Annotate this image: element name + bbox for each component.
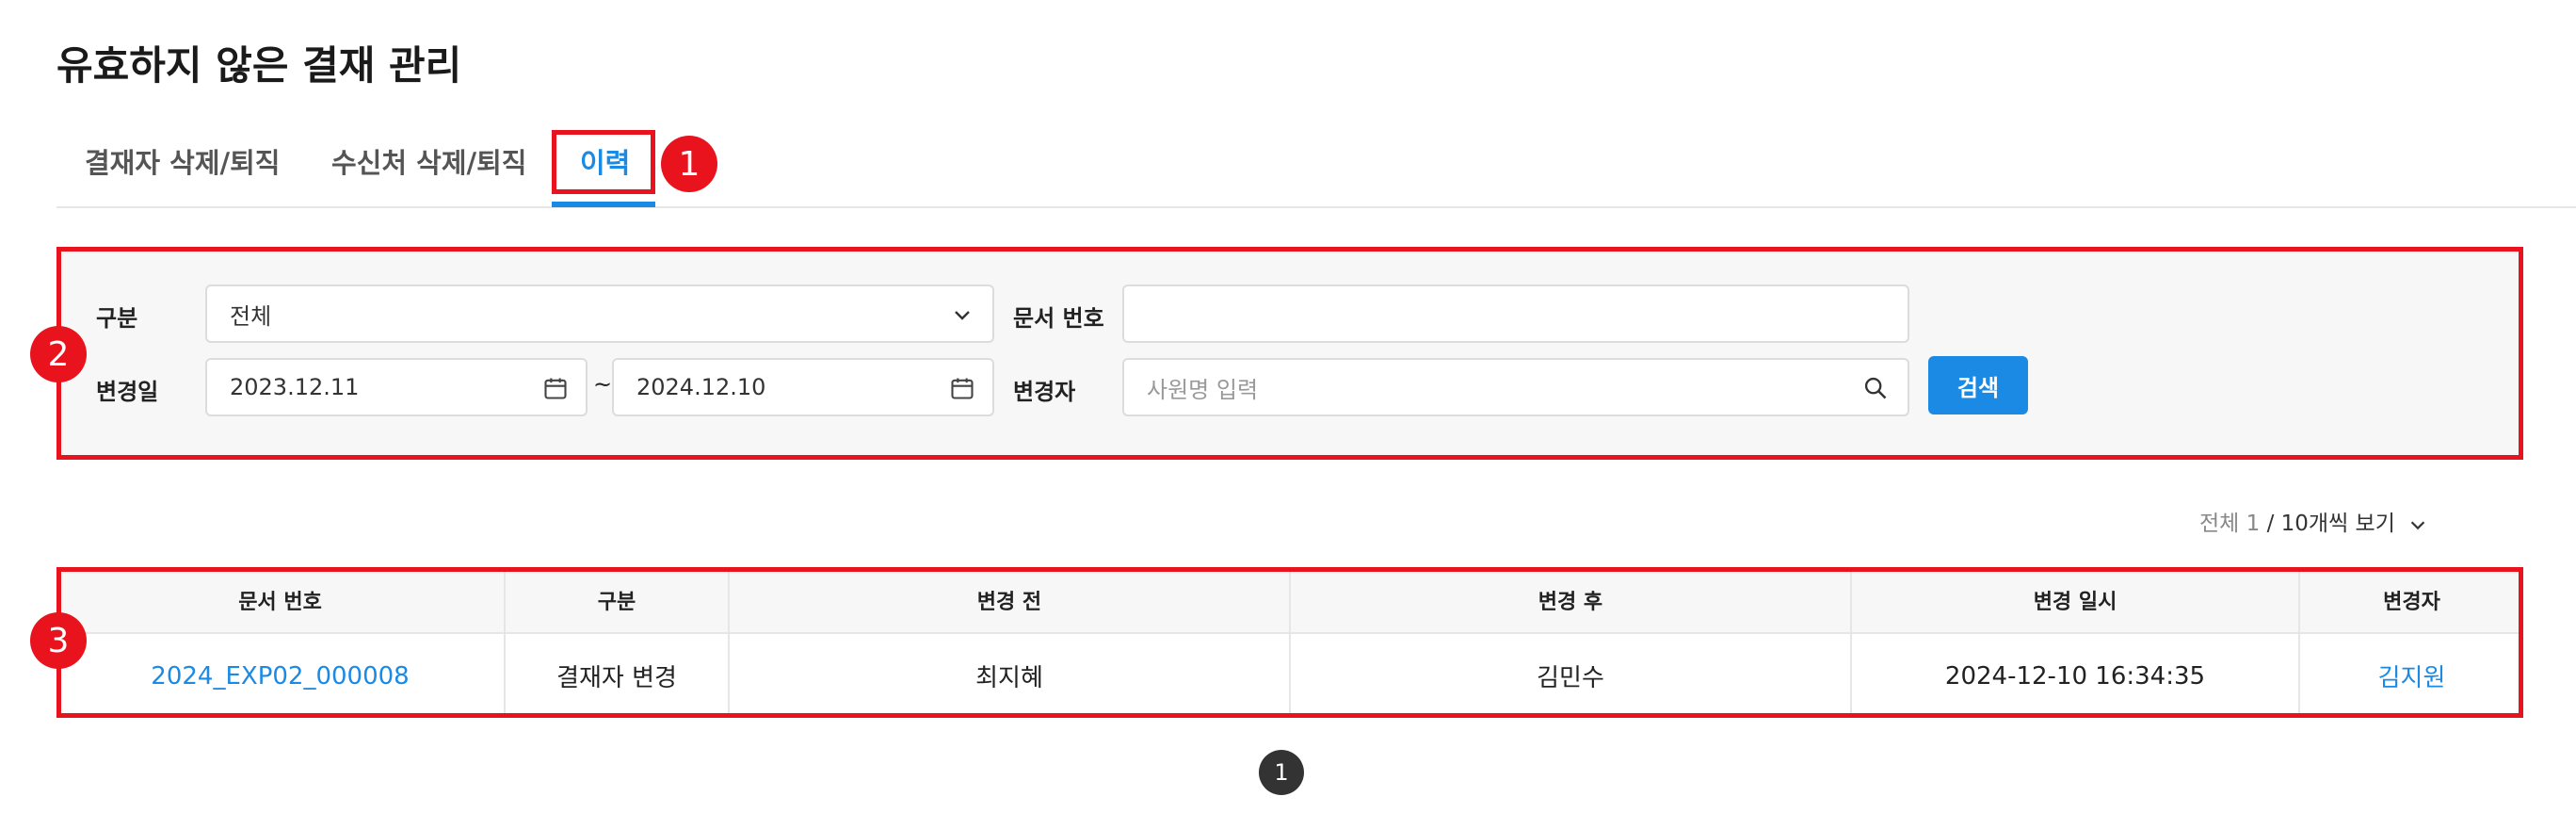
page-title: 유효하지 않은 결재 관리	[56, 42, 462, 89]
pagination-page-current[interactable]: 1	[1259, 750, 1304, 795]
result-summary: 전체 1 / 10개씩 보기	[2199, 505, 2576, 537]
total-label: 전체	[2199, 512, 2240, 536]
changer-placeholder: 사원명 입력	[1147, 376, 1259, 403]
date-to-value: 2024.12.10	[636, 374, 766, 400]
tab-approver-deleted[interactable]: 결재자 삭제/퇴직	[85, 141, 280, 181]
chevron-down-icon	[951, 303, 974, 326]
tab-active-indicator	[552, 202, 655, 207]
annotation-box-table	[56, 567, 2523, 718]
annotation-box-filter	[56, 247, 2523, 460]
chevron-down-icon[interactable]	[2407, 514, 2428, 535]
changer-search-input[interactable]: 사원명 입력	[1122, 358, 1909, 416]
total-count: 1	[2246, 512, 2261, 536]
changer-label: 변경자	[1013, 379, 1076, 405]
doc-no-input[interactable]	[1122, 284, 1909, 343]
doc-no-label: 문서 번호	[1013, 305, 1104, 332]
summary-separator: /	[2266, 512, 2275, 536]
per-page-selector[interactable]: 10개씩 보기	[2281, 512, 2395, 536]
annotation-badge-1: 1	[661, 136, 717, 192]
date-from-input[interactable]: 2023.12.11	[205, 358, 588, 416]
calendar-icon[interactable]	[949, 375, 975, 401]
category-label: 구분	[96, 305, 138, 332]
annotation-box-tab	[552, 130, 655, 194]
change-date-label: 변경일	[96, 379, 159, 405]
search-icon[interactable]	[1862, 375, 1889, 401]
tab-recipient-deleted[interactable]: 수신처 삭제/퇴직	[331, 141, 526, 181]
tab-divider	[56, 206, 2576, 208]
annotation-badge-3: 3	[30, 612, 87, 669]
date-to-input[interactable]: 2024.12.10	[612, 358, 994, 416]
date-from-value: 2023.12.11	[230, 374, 360, 400]
category-select[interactable]: 전체	[205, 284, 994, 343]
date-range-separator: ~	[593, 371, 613, 398]
search-button[interactable]: 검색	[1928, 356, 2028, 414]
annotation-badge-2: 2	[30, 326, 87, 382]
calendar-icon[interactable]	[542, 375, 569, 401]
category-select-value: 전체	[230, 302, 272, 330]
